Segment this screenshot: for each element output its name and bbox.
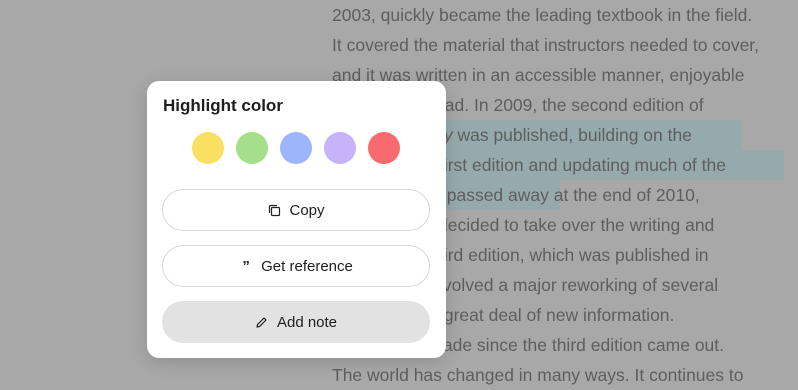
swatch-blue[interactable] — [280, 132, 312, 164]
swatch-green[interactable] — [236, 132, 268, 164]
copy-button[interactable]: Copy — [162, 189, 430, 231]
pencil-icon — [255, 315, 269, 329]
add-note-button[interactable]: Add note — [162, 301, 430, 343]
color-swatches — [192, 132, 400, 164]
add-note-label: Add note — [276, 313, 338, 331]
swatch-yellow[interactable] — [192, 132, 224, 164]
swatch-purple[interactable] — [324, 132, 356, 164]
copy-icon — [267, 203, 281, 217]
popup-title: Highlight color — [163, 96, 283, 115]
copy-button-label: Copy — [289, 201, 325, 219]
swatch-red[interactable] — [368, 132, 400, 164]
quote-icon: ” — [242, 257, 250, 275]
get-reference-label: Get reference — [261, 257, 353, 275]
highlight-popup: Highlight color Copy ” Get reference Add… — [147, 81, 446, 358]
get-reference-button[interactable]: ” Get reference — [162, 245, 430, 287]
